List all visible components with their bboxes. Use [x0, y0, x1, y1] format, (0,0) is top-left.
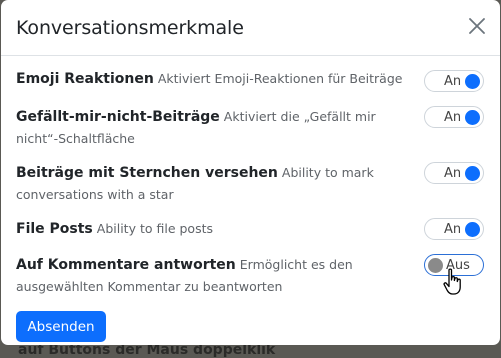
close-icon [469, 18, 485, 34]
submit-button[interactable]: Absenden [16, 311, 106, 342]
toggle-state-label: An [444, 222, 462, 237]
toggle-knob [465, 222, 480, 237]
feature-row-reply-comments: Auf Kommentare antworten Ermöglicht es de… [16, 254, 486, 298]
toggle-state-label: An [444, 166, 462, 181]
conversation-features-dialog: Konversationsmerkmale Emoji Reaktionen Ak… [1, 0, 500, 345]
feature-row-dislike-posts: Gefällt-mir-nicht-Beiträge Aktiviert die … [16, 106, 486, 150]
feature-description: Aktiviert Emoji-Reaktionen für Beiträge [157, 71, 403, 86]
feature-name: Beiträge mit Sternchen versehen [16, 165, 278, 181]
feature-toggle-dislike-posts[interactable]: An [424, 106, 484, 128]
toggle-knob [465, 110, 480, 125]
feature-row-emoji-reactions: Emoji Reaktionen Aktiviert Emoji-Reaktion… [16, 68, 486, 92]
feature-name: Auf Kommentare antworten [16, 257, 236, 273]
close-button[interactable] [466, 15, 488, 37]
feature-row-star-posts: Beiträge mit Sternchen versehen Ability t… [16, 162, 486, 206]
toggle-state-label: Aus [446, 258, 470, 273]
toggle-knob [465, 166, 480, 181]
feature-toggle-reply-comments[interactable]: Aus [424, 254, 484, 276]
feature-name: Emoji Reaktionen [16, 71, 154, 87]
toggle-knob [465, 74, 480, 89]
feature-toggle-star-posts[interactable]: An [424, 162, 484, 184]
feature-row-file-posts: File Posts Ability to file posts An [16, 218, 486, 240]
feature-description: Ability to file posts [96, 221, 213, 236]
feature-name: File Posts [16, 221, 93, 237]
toggle-knob [428, 258, 443, 273]
feature-toggle-emoji-reactions[interactable]: An [424, 70, 484, 92]
toggle-state-label: An [444, 74, 462, 89]
dialog-header: Konversationsmerkmale [1, 0, 500, 56]
feature-name: Gefällt-mir-nicht-Beiträge [16, 109, 220, 125]
toggle-state-label: An [444, 110, 462, 125]
dialog-title: Konversationsmerkmale [16, 16, 244, 39]
feature-toggle-file-posts[interactable]: An [424, 218, 484, 240]
